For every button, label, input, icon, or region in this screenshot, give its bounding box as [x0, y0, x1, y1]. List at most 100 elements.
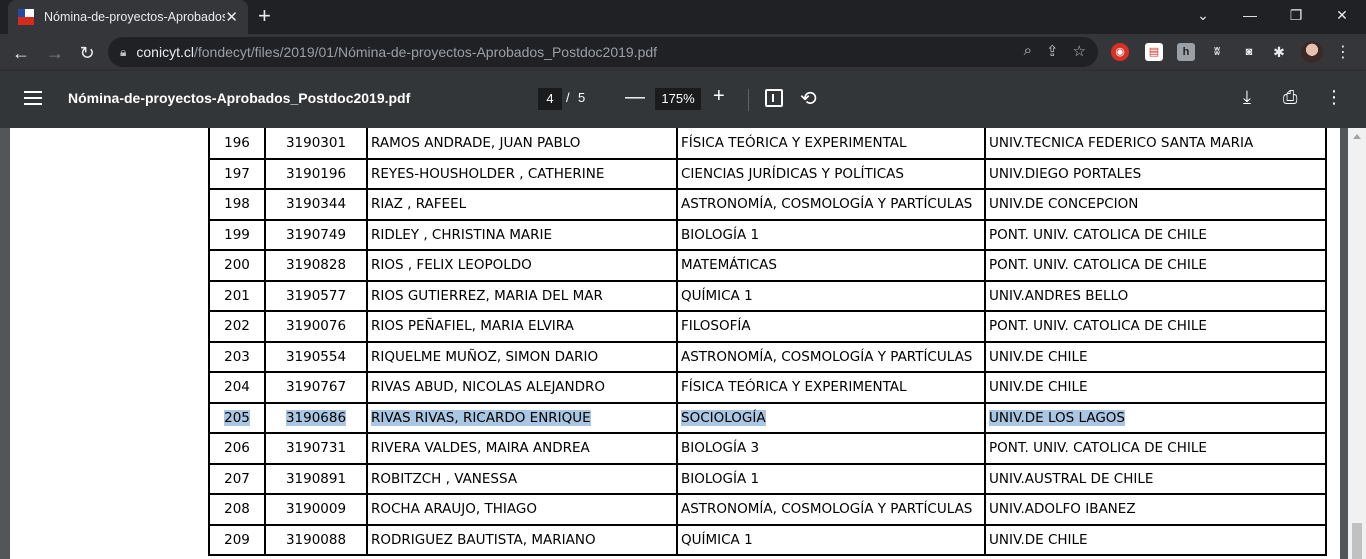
project-code-cell: 3190749: [264, 218, 368, 251]
study-area-cell: QUÍMICA 1: [676, 523, 986, 556]
project-code-cell: 3190301: [264, 128, 368, 160]
institution-cell: PONT. UNIV. CATOLICA DE CHILE: [984, 432, 1327, 465]
researcher-name-cell: RODRIGUEZ BAUTISTA, MARIANO: [366, 523, 678, 556]
back-icon[interactable]: ←: [8, 40, 34, 66]
researcher-name-cell: RIDLEY , CHRISTINA MARIE: [366, 218, 678, 251]
zoom-out-icon[interactable]: —: [625, 86, 645, 109]
institution-cell: PONT. UNIV. CATOLICA DE CHILE: [984, 218, 1327, 251]
forward-icon[interactable]: →: [42, 40, 68, 66]
page-number-input[interactable]: 4: [538, 88, 562, 110]
close-tab-icon[interactable]: ✕: [225, 8, 238, 26]
more-actions-icon[interactable]: ⋮: [1325, 87, 1343, 108]
row-number-cell: 203: [208, 340, 266, 373]
tab-search-icon[interactable]: ⌄: [1180, 4, 1226, 26]
url-text[interactable]: conicyt.cl/fondecyt/files/2019/01/Nómina…: [136, 44, 657, 60]
researcher-name-cell: RIAZ , RAFEEL: [366, 188, 678, 221]
row-number-cell: 209: [208, 523, 266, 556]
scroll-up-arrow-icon[interactable]: [1353, 134, 1361, 139]
zoom-icon[interactable]: ⌕: [1024, 42, 1032, 60]
study-area-cell: MATEMÁTICAS: [676, 249, 986, 282]
extensions-puzzle-icon[interactable]: ✱: [1270, 43, 1288, 61]
address-bar[interactable]: 🔒︎ conicyt.cl/fondecyt/files/2019/01/Nóm…: [108, 37, 1098, 67]
projects-table: 196 3190301 RAMOS ANDRADE, JUAN PABLO FÍSIC…: [208, 128, 1327, 556]
project-code-cell: 3190686: [264, 401, 368, 434]
table-row: 206 3190731 RIVERA VALDES, MAIRA ANDREA BIO…: [208, 432, 1327, 465]
table-row: 196 3190301 RAMOS ANDRADE, JUAN PABLO FÍSIC…: [208, 128, 1327, 160]
table-row: 203 3190554 RIQUELME MUÑOZ, SIMON DARIO AST…: [208, 340, 1327, 373]
project-code-cell: 3190076: [264, 310, 368, 343]
study-area-cell: FILOSOFÍA: [676, 310, 986, 343]
row-number-cell: 197: [208, 157, 266, 190]
sidebar-menu-icon[interactable]: [24, 91, 42, 109]
print-icon[interactable]: ⎙: [1283, 87, 1297, 108]
chile-flag-favicon-icon: [18, 9, 34, 25]
share-icon[interactable]: ⇪: [1046, 42, 1059, 60]
close-window-icon[interactable]: ✕: [1319, 4, 1365, 26]
project-code-cell: 3190731: [264, 432, 368, 465]
table-row: 197 3190196 REYES-HOUSHOLDER , CATHERINE CI…: [208, 157, 1327, 190]
table-row: 199 3190749 RIDLEY , CHRISTINA MARIE BIOLOG…: [208, 218, 1327, 251]
institution-cell: PONT. UNIV. CATOLICA DE CHILE: [984, 249, 1327, 282]
extension-red-icon[interactable]: ◉: [1111, 43, 1129, 61]
researcher-name-cell: RIOS PEÑAFIEL, MARIA ELVIRA: [366, 310, 678, 343]
bookmark-star-icon[interactable]: ☆: [1073, 42, 1086, 60]
table-row: 205 3190686 RIVAS RIVAS, RICARDO ENRIQUE SO…: [208, 401, 1327, 434]
study-area-cell: QUÍMICA 1: [676, 279, 986, 312]
translate-extension-icon[interactable]: ʬ: [1208, 43, 1226, 61]
institution-cell: UNIV.TECNICA FEDERICO SANTA MARIA: [984, 128, 1327, 160]
scrollbar[interactable]: [1348, 128, 1366, 559]
page-total: 5: [578, 90, 586, 105]
project-code-cell: 3190767: [264, 371, 368, 404]
institution-cell: UNIV.DE LOS LAGOS: [984, 401, 1327, 434]
row-number-cell: 202: [208, 310, 266, 343]
table-row: 208 3190009 ROCHA ARAUJO, THIAGO ASTRONOMÍA…: [208, 493, 1327, 526]
reload-icon[interactable]: ↻: [74, 40, 100, 66]
h-extension-icon[interactable]: h: [1177, 43, 1195, 61]
row-number-cell: 206: [208, 432, 266, 465]
pdf-extension-icon[interactable]: ▤: [1145, 43, 1163, 61]
row-number-cell: 201: [208, 279, 266, 312]
project-code-cell: 3190828: [264, 249, 368, 282]
new-tab-button[interactable]: +: [258, 5, 271, 27]
browser-tab[interactable]: Nómina-de-proyectos-Aprobados_Postdoc201…: [8, 0, 248, 34]
researcher-name-cell: REYES-HOUSHOLDER , CATHERINE: [366, 157, 678, 190]
table-row: 204 3190767 RIVAS ABUD, NICOLAS ALEJANDRO F…: [208, 371, 1327, 404]
row-number-cell: 200: [208, 249, 266, 282]
researcher-name-cell: RIOS , FELIX LEOPOLDO: [366, 249, 678, 282]
researcher-name-cell: ROBITZCH , VANESSA: [366, 462, 678, 495]
study-area-cell: ASTRONOMÍA, COSMOLOGÍA Y PARTÍCULAS: [676, 493, 986, 526]
pdf-viewer[interactable]: 196 3190301 RAMOS ANDRADE, JUAN PABLO FÍSIC…: [0, 128, 1366, 559]
pdf-toolbar: Nómina-de-proyectos-Aprobados_Postdoc201…: [0, 71, 1366, 128]
page-separator: /: [566, 90, 570, 105]
researcher-name-cell: RAMOS ANDRADE, JUAN PABLO: [366, 128, 678, 160]
restore-icon[interactable]: ❐: [1273, 4, 1319, 26]
fit-to-page-icon[interactable]: [765, 89, 783, 107]
institution-cell: UNIV.AUSTRAL DE CHILE: [984, 462, 1327, 495]
institution-cell: UNIV.DE CHILE: [984, 340, 1327, 373]
profile-avatar[interactable]: [1301, 41, 1323, 63]
institution-cell: UNIV.DE CONCEPCION: [984, 188, 1327, 221]
researcher-name-cell: RIQUELME MUÑOZ, SIMON DARIO: [366, 340, 678, 373]
zoom-in-icon[interactable]: +: [713, 85, 725, 108]
row-number-cell: 199: [208, 218, 266, 251]
rotate-icon[interactable]: ⟲: [800, 86, 817, 111]
browser-menu-icon[interactable]: ⋮: [1335, 42, 1351, 62]
institution-cell: PONT. UNIV. CATOLICA DE CHILE: [984, 310, 1327, 343]
study-area-cell: FÍSICA TEÓRICA Y EXPERIMENTAL: [676, 128, 986, 160]
table-row: 202 3190076 RIOS PEÑAFIEL, MARIA ELVIRA FIL…: [208, 310, 1327, 343]
study-area-cell: ASTRONOMÍA, COSMOLOGÍA Y PARTÍCULAS: [676, 340, 986, 373]
pdf-title: Nómina-de-proyectos-Aprobados_Postdoc201…: [68, 90, 411, 106]
lock-icon[interactable]: 🔒︎: [120, 45, 126, 60]
table-row: 200 3190828 RIOS , FELIX LEOPOLDO MATEMÁTIC…: [208, 249, 1327, 282]
download-icon[interactable]: ⤓: [1243, 87, 1251, 108]
study-area-cell: BIOLOGÍA 3: [676, 432, 986, 465]
scrollbar-thumb[interactable]: [1352, 523, 1362, 559]
study-area-cell: BIOLOGÍA 1: [676, 462, 986, 495]
zoom-input[interactable]: 175%: [655, 88, 701, 110]
study-area-cell: FÍSICA TEÓRICA Y EXPERIMENTAL: [676, 371, 986, 404]
camera-extension-icon[interactable]: ◙: [1240, 43, 1258, 61]
toolbar-divider: [748, 89, 749, 111]
project-code-cell: 3190891: [264, 462, 368, 495]
table-row: 201 3190577 RIOS GUTIERREZ, MARIA DEL MAR Q…: [208, 279, 1327, 312]
minimize-icon[interactable]: —: [1227, 4, 1273, 26]
